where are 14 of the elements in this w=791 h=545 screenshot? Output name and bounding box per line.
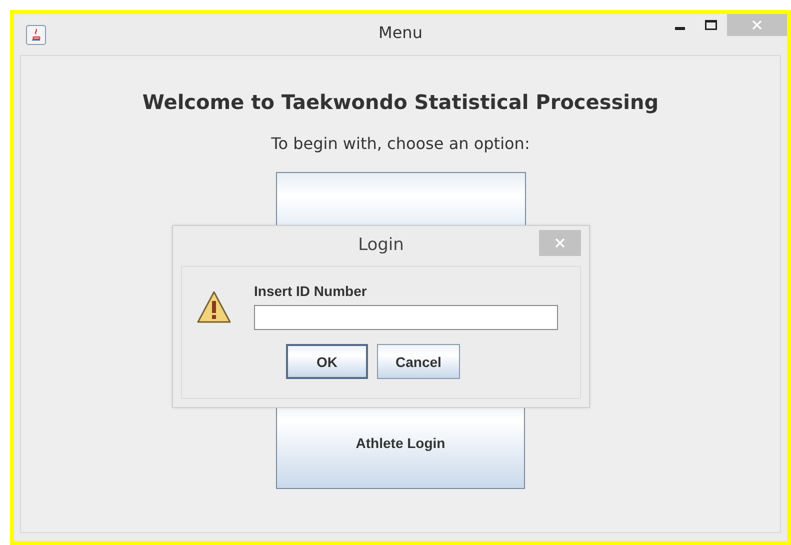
dialog-button[interactable]: OK — [286, 344, 368, 379]
welcome-heading: Welcome to Taekwondo Statistical Processing — [142, 90, 659, 114]
java-app-icon — [26, 24, 46, 44]
dialog-button[interactable]: Cancel — [377, 344, 460, 379]
warning-icon — [196, 289, 232, 325]
close-icon — [555, 238, 565, 248]
dialog-title: Login — [358, 235, 404, 255]
close-icon — [752, 20, 762, 30]
window-title: Menu — [378, 23, 422, 42]
id-number-field[interactable] — [254, 305, 558, 330]
minimize-icon — [675, 26, 685, 30]
prompt-text: To begin with, choose an option: — [271, 134, 530, 153]
dialog-message: Insert ID Number — [254, 283, 368, 299]
maximize-icon — [705, 20, 717, 30]
